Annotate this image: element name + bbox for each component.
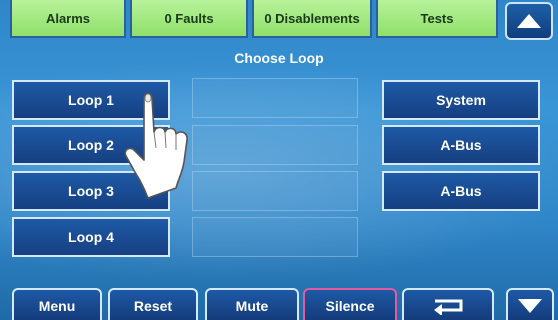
- tab-tests[interactable]: Tests: [376, 0, 498, 38]
- a-bus-button[interactable]: A-Bus: [382, 125, 540, 165]
- enter-return-icon: [434, 299, 463, 315]
- loop-4-button[interactable]: Loop 4: [12, 217, 170, 257]
- enter-button[interactable]: [402, 288, 494, 320]
- hand-pointer-icon: [124, 92, 188, 199]
- page-title: Choose Loop: [234, 50, 324, 66]
- system-button[interactable]: System: [382, 80, 540, 120]
- tab-alarms[interactable]: Alarms: [10, 0, 126, 38]
- menu-button[interactable]: Menu: [12, 288, 102, 320]
- a-bus-button[interactable]: A-Bus: [382, 171, 540, 211]
- silence-button[interactable]: Silence: [303, 288, 397, 320]
- mute-button[interactable]: Mute: [205, 288, 299, 320]
- chevron-up-icon: [517, 14, 541, 28]
- reset-button[interactable]: Reset: [108, 288, 198, 320]
- tab-faults[interactable]: 0 Faults: [130, 0, 248, 38]
- scroll-up-button[interactable]: [505, 2, 553, 40]
- empty-slot: [192, 217, 358, 257]
- touchscreen: Alarms 0 Faults 0 Disablements Tests Cho…: [0, 0, 558, 320]
- scroll-down-button[interactable]: [506, 288, 554, 320]
- chevron-down-icon: [518, 299, 542, 313]
- tab-disablements[interactable]: 0 Disablements: [252, 0, 372, 38]
